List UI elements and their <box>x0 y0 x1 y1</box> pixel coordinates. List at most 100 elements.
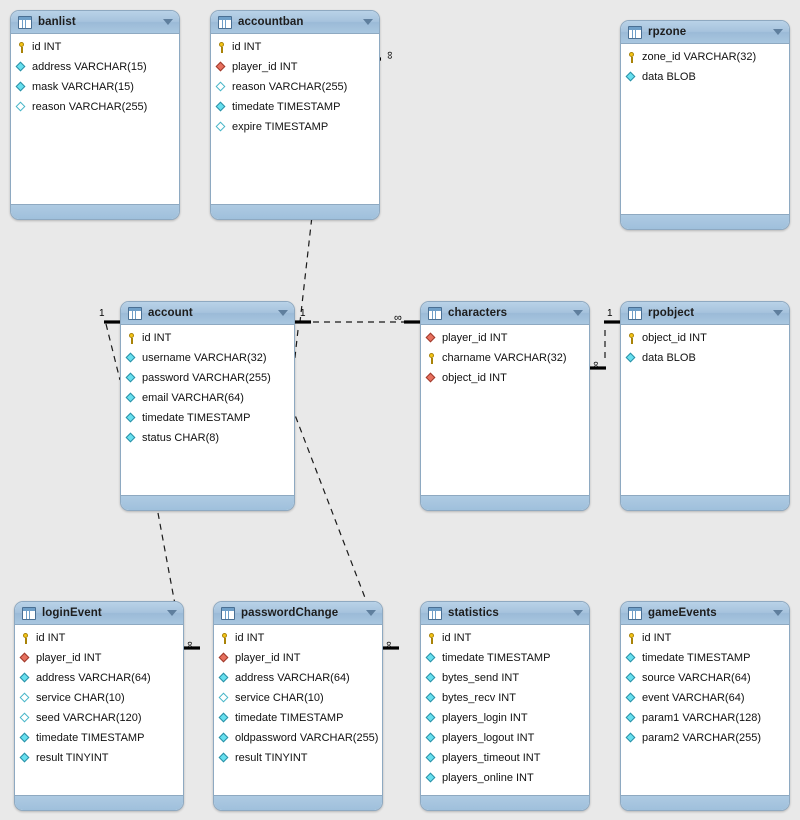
table-header-banlist[interactable]: banlist <box>11 11 179 34</box>
table-column[interactable]: charname VARCHAR(32) <box>421 348 589 368</box>
table-account[interactable]: account id INT username VARCHAR(32) passwor… <box>120 301 295 511</box>
column-label: object_id INT <box>642 331 707 344</box>
table-column[interactable]: param1 VARCHAR(128) <box>621 708 789 728</box>
table-column[interactable]: param2 VARCHAR(255) <box>621 728 789 748</box>
fk-diamond-icon <box>425 332 437 344</box>
table-column[interactable]: password VARCHAR(255) <box>121 368 294 388</box>
table-column[interactable]: players_logout INT <box>421 728 589 748</box>
table-column[interactable]: id INT <box>211 37 379 57</box>
column-label: player_id INT <box>232 60 298 73</box>
collapse-caret-icon[interactable] <box>278 310 288 316</box>
table-column[interactable]: player_id INT <box>214 648 382 668</box>
table-header-passwordChange[interactable]: passwordChange <box>214 602 382 625</box>
table-icon <box>628 25 642 39</box>
cardinality-label-account-left: 1 <box>99 308 105 319</box>
table-column[interactable]: id INT <box>214 628 382 648</box>
table-header-loginEvent[interactable]: loginEvent <box>15 602 183 625</box>
table-header-accountban[interactable]: accountban <box>211 11 379 34</box>
table-column[interactable]: id INT <box>11 37 179 57</box>
table-column[interactable]: seed VARCHAR(120) <box>15 708 183 728</box>
table-column[interactable]: timedate TIMESTAMP <box>211 97 379 117</box>
table-header-account[interactable]: account <box>121 302 294 325</box>
table-column[interactable]: expire TIMESTAMP <box>211 117 379 137</box>
notnull-diamond-icon <box>425 732 437 744</box>
table-column[interactable]: timedate TIMESTAMP <box>621 648 789 668</box>
table-footer-rpzone <box>621 214 789 229</box>
table-column[interactable]: status CHAR(8) <box>121 428 294 448</box>
table-header-rpobject[interactable]: rpobject <box>621 302 789 325</box>
table-column[interactable]: source VARCHAR(64) <box>621 668 789 688</box>
table-column[interactable]: address VARCHAR(15) <box>11 57 179 77</box>
collapse-caret-icon[interactable] <box>573 610 583 616</box>
table-header-gameEvents[interactable]: gameEvents <box>621 602 789 625</box>
table-footer-banlist <box>11 204 179 219</box>
table-column[interactable]: object_id INT <box>621 328 789 348</box>
table-column[interactable]: oldpassword VARCHAR(255) <box>214 728 382 748</box>
table-column[interactable]: data BLOB <box>621 348 789 368</box>
table-icon <box>428 606 442 620</box>
table-column[interactable]: id INT <box>15 628 183 648</box>
table-column[interactable]: bytes_send INT <box>421 668 589 688</box>
table-column[interactable]: reason VARCHAR(255) <box>11 97 179 117</box>
table-column[interactable]: address VARCHAR(64) <box>15 668 183 688</box>
table-column[interactable]: players_timeout INT <box>421 748 589 768</box>
table-column[interactable]: event VARCHAR(64) <box>621 688 789 708</box>
table-column[interactable]: zone_id VARCHAR(32) <box>621 47 789 67</box>
table-title: statistics <box>448 607 499 619</box>
collapse-caret-icon[interactable] <box>366 610 376 616</box>
table-header-statistics[interactable]: statistics <box>421 602 589 625</box>
collapse-caret-icon[interactable] <box>363 19 373 25</box>
table-column[interactable]: email VARCHAR(64) <box>121 388 294 408</box>
table-header-characters[interactable]: characters <box>421 302 589 325</box>
collapse-caret-icon[interactable] <box>573 310 583 316</box>
table-title: gameEvents <box>648 607 717 619</box>
table-column[interactable]: id INT <box>421 628 589 648</box>
nullable-diamond-icon <box>19 692 31 704</box>
table-column[interactable]: player_id INT <box>211 57 379 77</box>
table-characters[interactable]: characters player_id INT charname VARCHAR(… <box>420 301 590 511</box>
notnull-diamond-icon <box>215 101 227 113</box>
table-column[interactable]: result TINYINT <box>214 748 382 768</box>
collapse-caret-icon[interactable] <box>773 610 783 616</box>
table-column[interactable]: data BLOB <box>621 67 789 87</box>
table-column[interactable]: player_id INT <box>421 328 589 348</box>
table-accountban[interactable]: accountban id INT player_id INT reason VARC… <box>210 10 380 220</box>
table-column[interactable]: timedate TIMESTAMP <box>15 728 183 748</box>
table-column[interactable]: reason VARCHAR(255) <box>211 77 379 97</box>
table-column[interactable]: service CHAR(10) <box>15 688 183 708</box>
collapse-caret-icon[interactable] <box>773 29 783 35</box>
collapse-caret-icon[interactable] <box>163 19 173 25</box>
table-column[interactable]: id INT <box>121 328 294 348</box>
table-column[interactable]: mask VARCHAR(15) <box>11 77 179 97</box>
table-gameEvents[interactable]: gameEvents id INT timedate TIMESTAMP source… <box>620 601 790 811</box>
eer-diagram-canvas[interactable]: ∞ 1 ∞ 1 1 ∞ ∞ ∞ banlist id INT address VAR… <box>0 0 800 820</box>
table-column[interactable]: timedate TIMESTAMP <box>121 408 294 428</box>
table-column[interactable]: players_login INT <box>421 708 589 728</box>
table-column[interactable]: username VARCHAR(32) <box>121 348 294 368</box>
table-passwordChange[interactable]: passwordChange id INT player_id INT address… <box>213 601 383 811</box>
table-columns-characters: player_id INT charname VARCHAR(32) object_… <box>421 325 589 495</box>
table-column[interactable]: player_id INT <box>15 648 183 668</box>
table-statistics[interactable]: statistics id INT timedate TIMESTAMP bytes_… <box>420 601 590 811</box>
collapse-caret-icon[interactable] <box>773 310 783 316</box>
table-column[interactable]: result TINYINT <box>15 748 183 768</box>
table-rpobject[interactable]: rpobject object_id INT data BLOB <box>620 301 790 511</box>
table-column[interactable]: object_id INT <box>421 368 589 388</box>
table-rpzone[interactable]: rpzone zone_id VARCHAR(32) data BLOB <box>620 20 790 230</box>
table-column[interactable]: timedate TIMESTAMP <box>421 648 589 668</box>
table-column[interactable]: address VARCHAR(64) <box>214 668 382 688</box>
table-header-rpzone[interactable]: rpzone <box>621 21 789 44</box>
table-column[interactable]: players_online INT <box>421 768 589 788</box>
column-label: password VARCHAR(255) <box>142 371 271 384</box>
table-column[interactable]: timedate TIMESTAMP <box>214 708 382 728</box>
column-label: username VARCHAR(32) <box>142 351 267 364</box>
column-label: timedate TIMESTAMP <box>36 731 145 744</box>
table-title: characters <box>448 307 508 319</box>
table-column[interactable]: bytes_recv INT <box>421 688 589 708</box>
table-loginEvent[interactable]: loginEvent id INT player_id INT address VAR… <box>14 601 184 811</box>
table-columns-accountban: id INT player_id INT reason VARCHAR(255) ti… <box>211 34 379 204</box>
table-column[interactable]: service CHAR(10) <box>214 688 382 708</box>
collapse-caret-icon[interactable] <box>167 610 177 616</box>
table-banlist[interactable]: banlist id INT address VARCHAR(15) mask VAR… <box>10 10 180 220</box>
table-column[interactable]: id INT <box>621 628 789 648</box>
